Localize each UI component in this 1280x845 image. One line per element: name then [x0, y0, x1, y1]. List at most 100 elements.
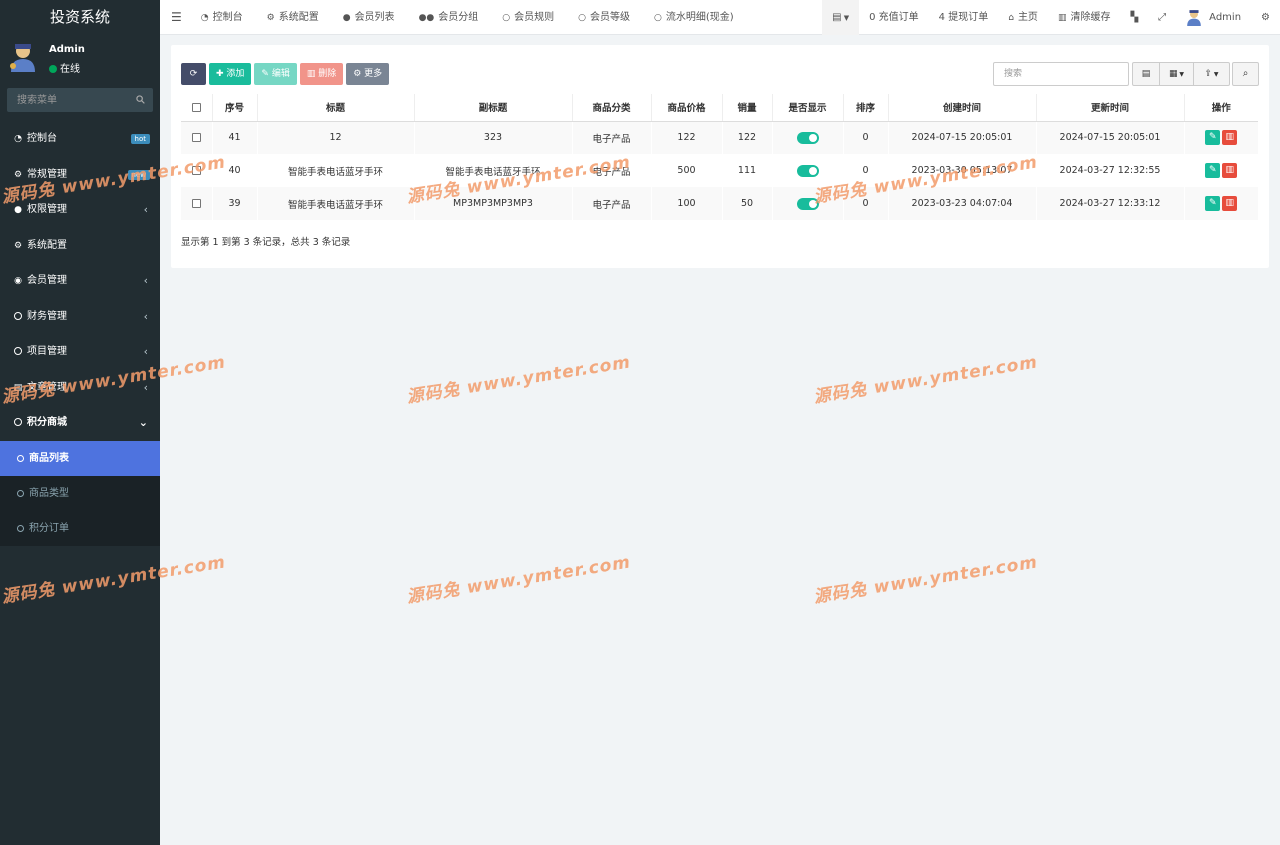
- toggle-view-button[interactable]: ▤: [1132, 62, 1160, 86]
- row-checkbox[interactable]: [191, 166, 201, 175]
- search-icon: ⌕: [1242, 68, 1249, 79]
- sidebar-item-general[interactable]: ⚙ 常规管理 new: [0, 157, 160, 193]
- row-edit-button[interactable]: ✎: [1205, 163, 1221, 178]
- row-delete-button[interactable]: ▥: [1222, 196, 1238, 211]
- sidebar-item-label: 财务管理: [27, 310, 67, 322]
- header-sales[interactable]: 销量: [721, 94, 772, 122]
- brand-title[interactable]: 投资系统: [0, 0, 160, 34]
- sidebar-item-finance[interactable]: 财务管理 ‹: [0, 299, 160, 335]
- row-edit-button[interactable]: ✎: [1205, 130, 1221, 146]
- sidebar-menu: ◔ 控制台 hot ⚙ 常规管理 new ● 权限管理 ‹ ⚙ 系统配置 ◉ 会员管理 ‹ 财务管…: [0, 121, 160, 546]
- table-search-input[interactable]: 搜索: [993, 62, 1129, 86]
- sidebar-item-permission[interactable]: ● 权限管理 ‹: [0, 192, 160, 228]
- add-button[interactable]: ✚ 添加: [209, 63, 252, 85]
- menu-search-input[interactable]: [7, 88, 127, 112]
- tab-cash-flow[interactable]: ○ 流水明细(现金): [642, 0, 746, 35]
- search-icon[interactable]: [136, 95, 145, 104]
- table-search-button[interactable]: ⌕: [1232, 62, 1259, 86]
- circle-icon: [13, 300, 23, 336]
- cogs-icon: ⚙: [13, 169, 23, 180]
- sidebar-item-system-config[interactable]: ⚙ 系统配置: [0, 228, 160, 264]
- columns-button[interactable]: ▦ ▼: [1160, 62, 1194, 86]
- settings-button[interactable]: ⚙: [1251, 0, 1280, 35]
- row-edit-button[interactable]: ✎: [1205, 196, 1221, 211]
- sidebar-toggle-button[interactable]: ☰: [160, 0, 193, 35]
- row-delete-button[interactable]: ▥: [1222, 163, 1238, 178]
- sidebar-item-articles[interactable]: ▤ 文章管理 ‹: [0, 370, 160, 406]
- chevron-left-icon: ‹: [143, 345, 148, 358]
- gear-icon: ⚙: [266, 13, 275, 23]
- row-checkbox-cell: [181, 187, 212, 220]
- edit-button[interactable]: ✎ 编辑: [254, 63, 297, 85]
- clear-cache-link[interactable]: ▥ 清除缓存: [1048, 0, 1121, 35]
- header-created[interactable]: 创建时间: [887, 94, 1036, 122]
- more-button[interactable]: ⚙ 更多: [346, 63, 390, 85]
- visible-toggle[interactable]: [796, 131, 819, 144]
- watermark: 源码兔 www.ymter.com: [405, 352, 633, 408]
- online-dot-icon: [49, 65, 57, 73]
- select-all-checkbox[interactable]: [191, 102, 201, 112]
- cell-created: 2024-07-15 20:05:01: [887, 121, 1036, 154]
- hot-badge: hot: [130, 134, 150, 144]
- cell-category: 电子产品: [571, 154, 651, 187]
- header-id[interactable]: 序号: [211, 94, 257, 122]
- cell-id: 41: [211, 121, 257, 154]
- sidebar-item-points-mall[interactable]: 积分商城 ⌄: [0, 405, 160, 441]
- cell-category: 电子产品: [571, 187, 651, 220]
- tab-member-list[interactable]: ● 会员列表: [331, 0, 407, 35]
- tab-member-group[interactable]: ●● 会员分组: [407, 0, 491, 35]
- dashboard-icon: ◔: [14, 134, 22, 144]
- table-view-buttons: ▤ ▦ ▼ ⇪ ▼: [1132, 62, 1230, 86]
- new-badge: new: [127, 169, 150, 180]
- tabs-dropdown-button[interactable]: ▤ ▼: [822, 0, 860, 35]
- home-link[interactable]: ⌂ 主页: [998, 0, 1048, 35]
- visible-toggle[interactable]: [796, 197, 819, 210]
- tab-label: 会员列表: [354, 12, 395, 23]
- delete-button[interactable]: ▥ 删除: [299, 63, 344, 85]
- table-row[interactable]: 41 12 323 电子产品 122 122 0 2024-07-15 20:0…: [181, 121, 1258, 154]
- cell-price: 500: [650, 154, 722, 187]
- tab-dashboard[interactable]: ◔ 控制台: [193, 0, 255, 35]
- tab-label: 会员分组: [438, 12, 479, 23]
- sidebar-item-product-list[interactable]: 商品列表: [0, 440, 160, 476]
- cell-id: 39: [211, 187, 257, 220]
- sidebar-item-dashboard[interactable]: ◔ 控制台 hot: [0, 121, 160, 157]
- admin-menu[interactable]: Admin: [1176, 0, 1251, 35]
- table-row[interactable]: 39 智能手表电话蓝牙手环 MP3MP3MP3MP3 电子产品 100 50 0…: [181, 187, 1258, 220]
- refresh-button[interactable]: ⟳: [181, 63, 206, 85]
- visible-toggle[interactable]: [796, 164, 819, 177]
- sidebar-item-product-type[interactable]: 商品类型: [0, 476, 160, 511]
- tab-member-level[interactable]: ○ 会员等级: [566, 0, 642, 35]
- recharge-orders-link[interactable]: 0 充值订单: [859, 0, 929, 35]
- tab-member-rules[interactable]: ○ 会员规则: [490, 0, 566, 35]
- chevron-down-icon: ⌄: [138, 416, 148, 429]
- table-row[interactable]: 40 智能手表电话蓝牙手环 智能手表电话蓝牙手环 电子产品 500 111 0 …: [181, 154, 1258, 187]
- sidebar-item-projects[interactable]: 项目管理 ‹: [0, 334, 160, 370]
- tab-system-config[interactable]: ⚙ 系统配置: [255, 0, 331, 35]
- cell-updated: 2024-07-15 20:05:01: [1035, 121, 1184, 154]
- group-icon: ●: [14, 205, 22, 215]
- withdraw-orders-link[interactable]: 4 提现订单: [929, 0, 999, 35]
- header-updated[interactable]: 更新时间: [1035, 94, 1184, 122]
- cell-price: 100: [650, 187, 722, 220]
- export-button[interactable]: ⇪ ▼: [1194, 62, 1230, 86]
- sidebar-item-label: 商品类型: [29, 487, 69, 499]
- sidebar-item-points-orders[interactable]: 积分订单: [0, 511, 160, 546]
- row-delete-button[interactable]: ▥: [1222, 130, 1238, 146]
- header-sort[interactable]: 排序: [842, 94, 888, 122]
- list-icon: ▤: [13, 382, 23, 393]
- header-price[interactable]: 商品价格: [650, 94, 722, 122]
- language-button[interactable]: ▚: [1120, 0, 1148, 35]
- fullscreen-button[interactable]: ⤢: [1148, 0, 1176, 35]
- header-visible[interactable]: 是否显示: [771, 94, 843, 122]
- watermark: 源码兔 www.ymter.com: [405, 552, 633, 608]
- add-label: 添加: [226, 69, 245, 79]
- header-subtitle[interactable]: 副标题: [413, 94, 572, 122]
- sidebar-item-label: 项目管理: [27, 346, 67, 357]
- sidebar-item-label: 常规管理: [27, 168, 67, 180]
- sidebar-item-members[interactable]: ◉ 会员管理 ‹: [0, 263, 160, 299]
- row-checkbox[interactable]: [191, 133, 201, 143]
- header-category[interactable]: 商品分类: [571, 94, 651, 122]
- row-checkbox[interactable]: [191, 199, 201, 208]
- header-title[interactable]: 标题: [256, 94, 414, 122]
